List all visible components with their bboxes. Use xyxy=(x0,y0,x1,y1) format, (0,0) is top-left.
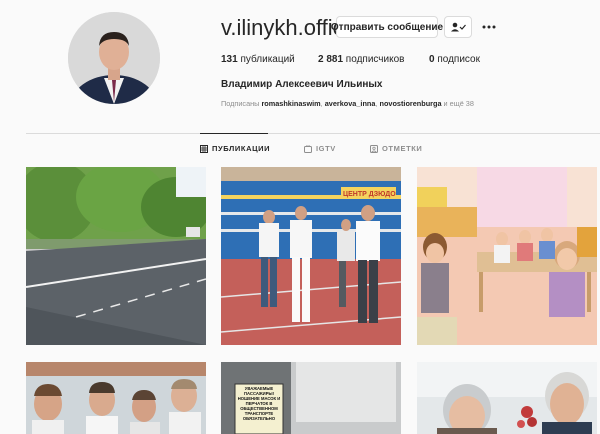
tagged-icon xyxy=(370,144,378,153)
follower-link-1[interactable]: romashkinaswim xyxy=(261,99,320,108)
follower-link-3[interactable]: novostiorenburga xyxy=(380,99,442,108)
followers-count: 2 881 xyxy=(318,54,344,65)
post-image xyxy=(26,167,206,345)
post-tile-4[interactable] xyxy=(26,362,206,434)
post-image: ЦЕНТР ДЗЮДО xyxy=(221,167,401,345)
followed-by[interactable]: Подписаны romashkinaswim, averkova_inna,… xyxy=(221,99,474,108)
igtv-icon xyxy=(304,144,312,153)
post-tile-1[interactable] xyxy=(26,167,206,345)
bus-sign-text: УВАЖАЕМЫЕ ПАССАЖИРЫ! НОШЕНИЕ МАСОК И ПЕР… xyxy=(237,386,281,421)
tab-igtv-label: IGTV xyxy=(316,144,336,153)
followed-by-suffix: и ещё 38 xyxy=(441,99,474,108)
grid-icon xyxy=(200,144,208,153)
follower-link-2[interactable]: averkova_inna xyxy=(325,99,376,108)
tab-tagged[interactable]: ОТМЕТКИ xyxy=(370,144,422,153)
post-image xyxy=(417,362,597,434)
followers-stat[interactable]: 2 881 подписчиков xyxy=(318,53,404,67)
posts-stat: 131 публикаций xyxy=(221,53,295,67)
full-name: Владимир Алексеевич Ильиных xyxy=(221,79,383,90)
following-label: подписок xyxy=(434,54,480,65)
send-message-button[interactable]: Отправить сообщение xyxy=(331,16,443,38)
following-button[interactable] xyxy=(444,16,472,38)
more-options-button[interactable] xyxy=(478,16,500,38)
posts-count: 131 xyxy=(221,54,238,65)
post-tile-6[interactable] xyxy=(417,362,597,434)
profile-tabs: ПУБЛИКАЦИИ IGTV ОТМЕТКИ xyxy=(0,144,600,160)
followed-by-prefix: Подписаны xyxy=(221,99,262,108)
tabs-divider xyxy=(26,133,600,134)
active-tab-indicator xyxy=(200,133,268,134)
followers-label: подписчиков xyxy=(343,54,405,65)
building-sign: ЦЕНТР ДЗЮДО xyxy=(343,191,396,198)
avatar[interactable] xyxy=(68,12,160,104)
tab-posts[interactable]: ПУБЛИКАЦИИ xyxy=(200,144,270,153)
post-tile-5[interactable]: УВАЖАЕМЫЕ ПАССАЖИРЫ! НОШЕНИЕ МАСОК И ПЕР… xyxy=(221,362,401,434)
post-tile-2[interactable]: ЦЕНТР ДЗЮДО xyxy=(221,167,401,345)
post-image xyxy=(417,167,597,345)
more-dots-icon xyxy=(482,25,496,29)
tab-tagged-label: ОТМЕТКИ xyxy=(382,144,423,153)
post-image: УВАЖАЕМЫЕ ПАССАЖИРЫ! НОШЕНИЕ МАСОК И ПЕР… xyxy=(221,362,401,434)
profile-photo xyxy=(68,12,160,104)
tab-posts-label: ПУБЛИКАЦИИ xyxy=(212,144,271,153)
posts-label: публикаций xyxy=(237,54,295,65)
post-image xyxy=(26,362,206,434)
post-tile-3[interactable] xyxy=(417,167,597,345)
tab-igtv[interactable]: IGTV xyxy=(304,144,336,153)
user-check-icon xyxy=(451,22,466,32)
following-stat[interactable]: 0 подписок xyxy=(429,53,480,67)
